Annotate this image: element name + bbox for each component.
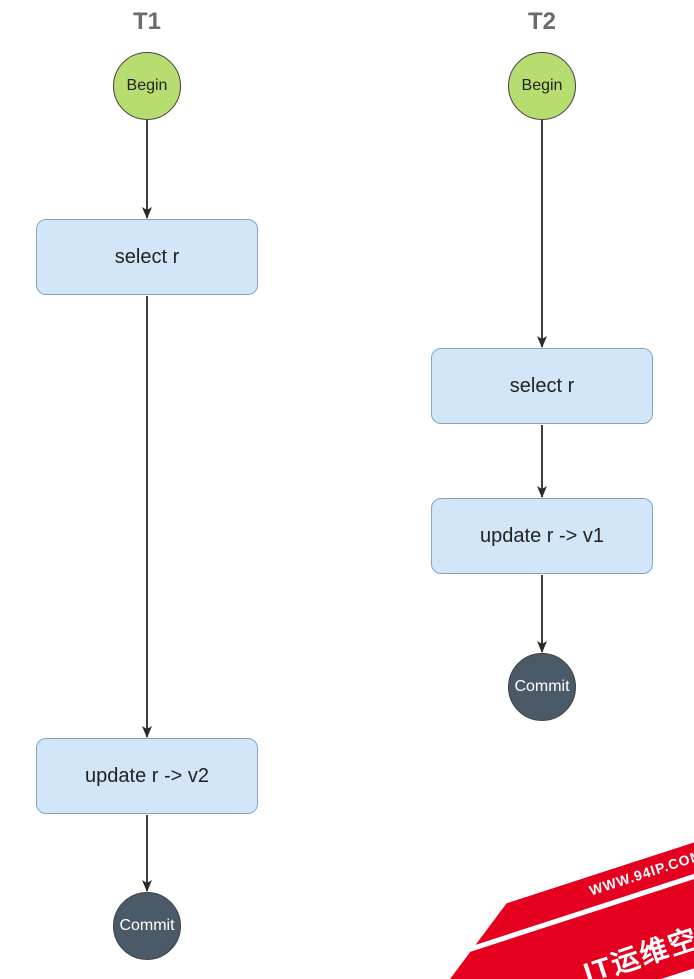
t1-update-node: update r -> v2 <box>36 738 258 814</box>
lane-title-t2: T2 <box>528 8 556 36</box>
watermark-banner: WWW.94IP.COM IT运维空间 <box>394 835 694 979</box>
t2-update-node: update r -> v1 <box>431 498 653 574</box>
t2-select-label: select r <box>510 375 574 398</box>
diagram-canvas: T1 T2 Begin select r update r -> v2 Comm… <box>0 0 694 979</box>
t2-commit-label: Commit <box>514 678 569 696</box>
t1-commit-label: Commit <box>119 917 174 935</box>
lane-title-t1: T1 <box>133 8 161 36</box>
t2-commit-node: Commit <box>508 653 576 721</box>
t1-begin-node: Begin <box>113 52 181 120</box>
t1-begin-label: Begin <box>127 77 168 95</box>
t1-select-node: select r <box>36 219 258 295</box>
t1-commit-node: Commit <box>113 892 181 960</box>
arrows-layer <box>0 0 694 979</box>
t1-update-label: update r -> v2 <box>85 765 209 788</box>
t2-select-node: select r <box>431 348 653 424</box>
t2-update-label: update r -> v1 <box>480 525 604 548</box>
t2-begin-label: Begin <box>522 77 563 95</box>
t1-select-label: select r <box>115 246 179 269</box>
t2-begin-node: Begin <box>508 52 576 120</box>
